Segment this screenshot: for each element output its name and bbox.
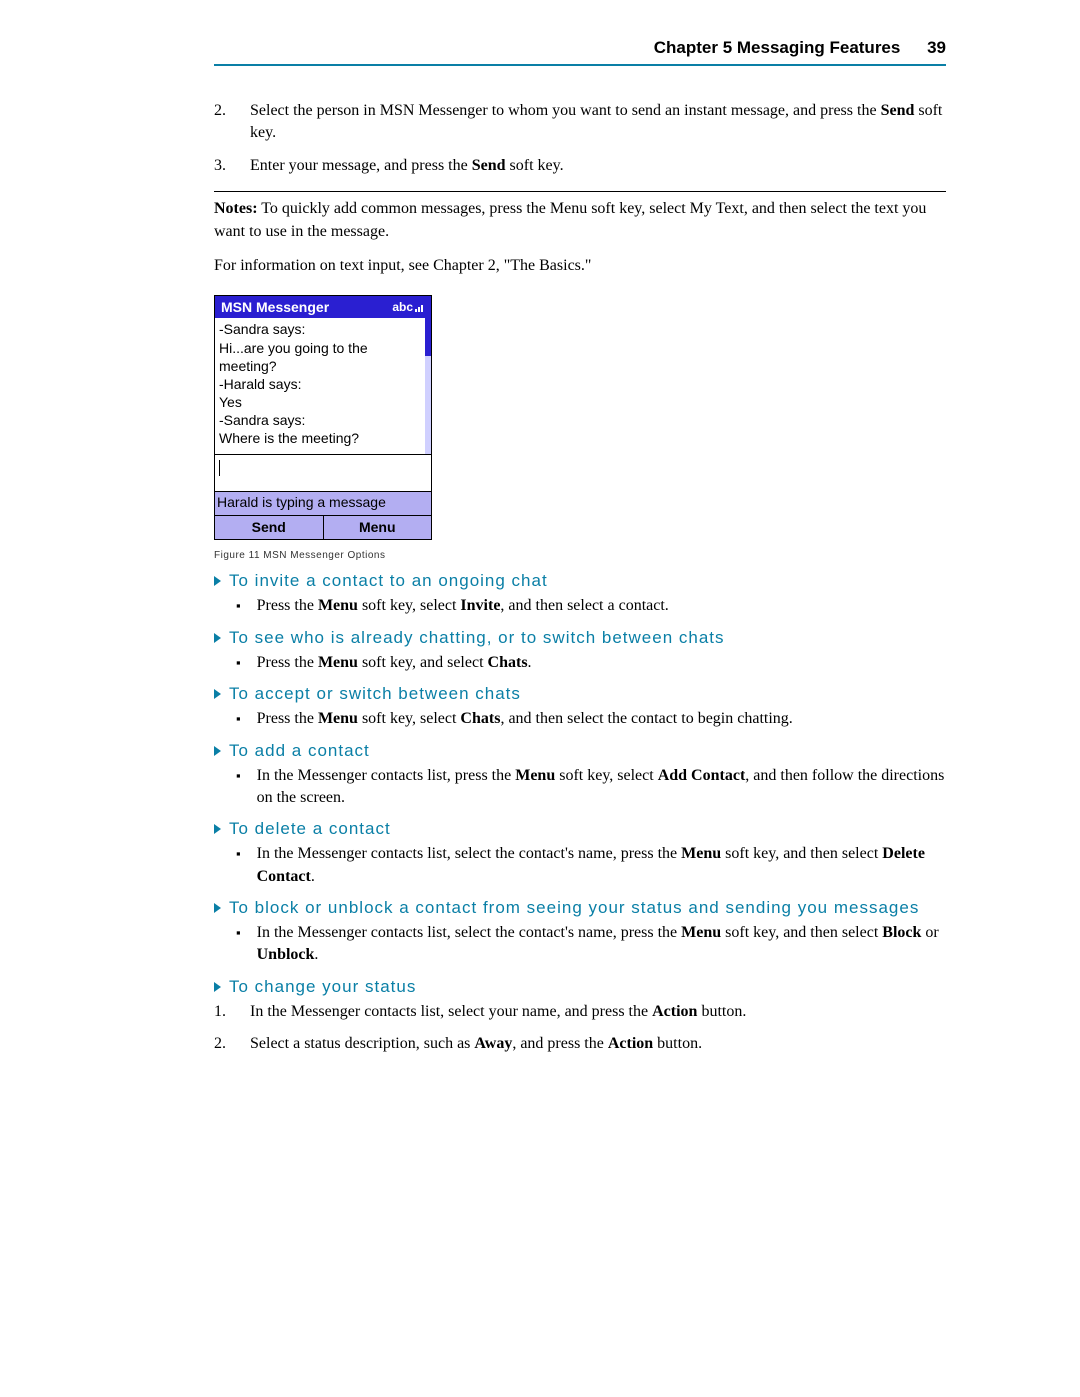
bullet-text: Press the Menu soft key, and select Chat…: [257, 652, 946, 674]
caret-icon: [214, 576, 221, 586]
step-text: Select the person in MSN Messenger to wh…: [250, 100, 946, 145]
numbered-steps-top: 2.Select the person in MSN Messenger to …: [214, 100, 946, 177]
chat-line: -Sandra says:: [219, 320, 427, 338]
msn-input-field[interactable]: [215, 454, 431, 491]
section-heading: To accept or switch between chats: [214, 684, 946, 704]
section-heading: To change your status: [214, 977, 946, 997]
section-title: To add a contact: [229, 741, 946, 761]
step-number: 2.: [214, 100, 250, 122]
msn-status-bar: Harald is typing a message: [215, 491, 431, 515]
bullet-list: In the Messenger contacts list, select t…: [214, 843, 946, 888]
msn-title: MSN Messenger: [221, 299, 329, 315]
step-number: 3.: [214, 155, 250, 177]
section-heading: To invite a contact to an ongoing chat: [214, 571, 946, 591]
caret-icon: [214, 824, 221, 834]
bullet-item: Press the Menu soft key, select Chats, a…: [236, 708, 946, 730]
bullet-list: Press the Menu soft key, select Chats, a…: [214, 708, 946, 730]
bullet-item: Press the Menu soft key, select Invite, …: [236, 595, 946, 617]
step-item: 2.Select the person in MSN Messenger to …: [214, 100, 946, 145]
item-number: 1.: [214, 1001, 250, 1023]
info-paragraph: For information on text input, see Chapt…: [214, 255, 946, 277]
bullet-text: In the Messenger contacts list, select t…: [257, 843, 946, 888]
item-text: In the Messenger contacts list, select y…: [250, 1001, 946, 1023]
chat-line: Yes: [219, 393, 427, 411]
bullet-item: Press the Menu soft key, and select Chat…: [236, 652, 946, 674]
bullet-text: Press the Menu soft key, select Invite, …: [257, 595, 946, 617]
bullet-list: Press the Menu soft key, select Invite, …: [214, 595, 946, 617]
bullet-list: In the Messenger contacts list, press th…: [214, 765, 946, 810]
scrollbar[interactable]: [425, 318, 431, 454]
chat-line: Hi...are you going to the: [219, 339, 427, 357]
page: Chapter 5 Messaging Features 39 2.Select…: [0, 0, 1080, 1397]
separator-line: [214, 191, 946, 192]
abc-text: abc: [392, 300, 413, 314]
notes-label: Notes:: [214, 200, 258, 217]
bullet-list: Press the Menu soft key, and select Chat…: [214, 652, 946, 674]
section-title: To change your status: [229, 977, 946, 997]
caret-icon: [214, 633, 221, 643]
figure-caption: Figure 11 MSN Messenger Options: [214, 550, 946, 561]
chat-line: -Harald says:: [219, 375, 427, 393]
msn-softkeys: Send Menu: [215, 515, 431, 539]
msn-chat-area: -Sandra says:Hi...are you going to theme…: [215, 318, 431, 454]
numbered-list: 1.In the Messenger contacts list, select…: [214, 1001, 946, 1056]
step-text: Enter your message, and press the Send s…: [250, 155, 946, 177]
section-title: To see who is already chatting, or to sw…: [229, 628, 946, 648]
caret-icon: [214, 746, 221, 756]
bullet-item: In the Messenger contacts list, select t…: [236, 843, 946, 888]
numbered-item: 1.In the Messenger contacts list, select…: [214, 1001, 946, 1023]
input-mode-indicator: abc: [392, 300, 425, 314]
softkey-menu[interactable]: Menu: [324, 516, 432, 539]
caret-icon: [214, 982, 221, 992]
section-heading: To block or unblock a contact from seein…: [214, 898, 946, 918]
section-heading: To delete a contact: [214, 819, 946, 839]
chapter-title: Chapter 5 Messaging Features: [654, 38, 901, 57]
signal-icon: [415, 302, 425, 312]
notes-text: To quickly add common messages, press th…: [214, 200, 926, 239]
msn-messenger-window: MSN Messenger abc -Sandra says:Hi...are …: [214, 295, 432, 540]
softkey-send[interactable]: Send: [215, 516, 324, 539]
section-title: To block or unblock a contact from seein…: [229, 898, 946, 918]
item-number: 2.: [214, 1033, 250, 1055]
item-text: Select a status description, such as Awa…: [250, 1033, 946, 1055]
bullet-text: In the Messenger contacts list, select t…: [257, 922, 946, 967]
caret-icon: [214, 689, 221, 699]
chat-line: meeting?: [219, 357, 427, 375]
section-heading: To see who is already chatting, or to sw…: [214, 628, 946, 648]
bullet-text: In the Messenger contacts list, press th…: [257, 765, 946, 810]
page-header: Chapter 5 Messaging Features 39: [214, 38, 946, 66]
section-title: To delete a contact: [229, 819, 946, 839]
step-item: 3.Enter your message, and press the Send…: [214, 155, 946, 177]
chat-line: Where is the meeting?: [219, 429, 427, 447]
section-heading: To add a contact: [214, 741, 946, 761]
caret-icon: [214, 903, 221, 913]
notes-paragraph: Notes: To quickly add common messages, p…: [214, 198, 946, 243]
section-title: To accept or switch between chats: [229, 684, 946, 704]
bullet-item: In the Messenger contacts list, press th…: [236, 765, 946, 810]
page-number: 39: [927, 38, 946, 57]
section-title: To invite a contact to an ongoing chat: [229, 571, 946, 591]
bullet-item: In the Messenger contacts list, select t…: [236, 922, 946, 967]
bullet-list: In the Messenger contacts list, select t…: [214, 922, 946, 967]
chat-line: -Sandra says:: [219, 411, 427, 429]
numbered-item: 2.Select a status description, such as A…: [214, 1033, 946, 1055]
bullet-text: Press the Menu soft key, select Chats, a…: [257, 708, 946, 730]
msn-titlebar: MSN Messenger abc: [215, 296, 431, 318]
